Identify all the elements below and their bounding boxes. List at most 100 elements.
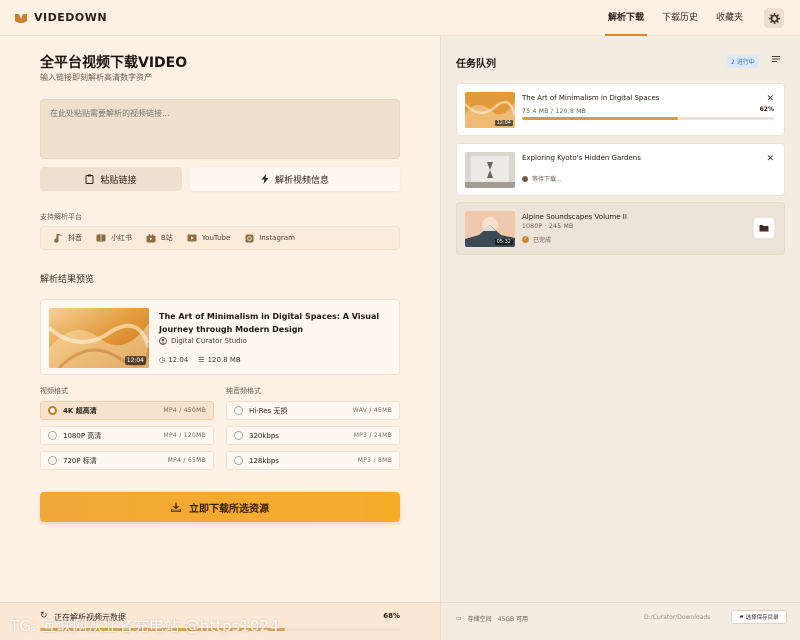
format-option-128kbps[interactable]: 128kbps MP3 / 8MB xyxy=(226,451,400,470)
music-note-icon xyxy=(53,233,63,243)
radio-button xyxy=(234,456,243,465)
active-count-badge: 2 进行中 xyxy=(727,55,759,68)
sort-menu-icon[interactable] xyxy=(771,54,781,64)
video-title: The Art of Minimalism in Digital Spaces:… xyxy=(159,312,380,334)
book-icon xyxy=(96,233,106,243)
platforms-label: 支持解析平台 xyxy=(40,213,82,221)
format-label: 320kbps xyxy=(249,431,279,440)
task-size: 1080P · 245 MB xyxy=(522,223,574,230)
platform-douyin[interactable]: 抖音 xyxy=(53,233,82,243)
task-progress-track xyxy=(522,117,774,120)
format-option-320kbps[interactable]: 320kbps MP3 / 24MB xyxy=(226,426,400,445)
task-thumbnail xyxy=(465,152,515,188)
download-icon xyxy=(171,502,181,512)
thumbnail-duration: 12:04 xyxy=(124,356,146,365)
platform-youtube[interactable]: YouTube xyxy=(187,233,230,243)
waiting-dot-icon xyxy=(522,175,528,182)
video-meta: ◷ 12:04 ☰ 120.8 MB xyxy=(159,356,241,364)
task-duration: 05:32 xyxy=(494,239,513,245)
format-spec: MP4 / 120MB xyxy=(163,432,206,439)
nav-parse-download[interactable]: 解析下载 xyxy=(599,0,653,36)
task-status: 等待下载... xyxy=(522,174,562,183)
task-thumbnail: 12:04 xyxy=(465,92,515,128)
task-title: Alpine Soundscapes Volume II xyxy=(522,213,627,221)
task-duration: 12:04 xyxy=(494,120,513,126)
format-spec: MP3 / 24MB xyxy=(353,432,392,439)
radio-button xyxy=(234,431,243,440)
play-icon xyxy=(187,233,197,243)
gear-icon xyxy=(768,12,780,24)
close-icon[interactable]: ✕ xyxy=(766,154,774,164)
radio-button xyxy=(48,456,57,465)
folder-icon xyxy=(759,225,769,232)
video-thumbnail[interactable]: 12:04 xyxy=(49,308,149,368)
radio-button xyxy=(48,431,57,440)
platform-xiaohongshu[interactable]: 小红书 xyxy=(96,233,132,243)
task-title: The Art of Minimalism in Digital Spaces xyxy=(522,94,660,102)
format-label: 720P 标清 xyxy=(63,456,97,465)
choose-directory-button[interactable]: ▰ 选择保存目录 xyxy=(731,610,787,624)
settings-button[interactable] xyxy=(764,8,784,28)
channel-name: Digital Curator Studio xyxy=(159,337,247,345)
user-circle-icon xyxy=(159,337,167,345)
task-status-label: 已完成 xyxy=(533,237,552,244)
url-input[interactable] xyxy=(40,99,400,159)
clipboard-icon xyxy=(85,174,94,184)
format-option-4k[interactable]: 4K 超高清 MP4 / 450MB xyxy=(40,401,214,420)
task-progress-fill xyxy=(522,117,679,120)
top-header: VIDEDOWN 解析下载 下载历史 收藏夹 xyxy=(0,0,800,36)
size-value: 120.8 MB xyxy=(207,356,241,364)
format-label: 4K 超高清 xyxy=(63,406,97,415)
brand-name: VIDEDOWN xyxy=(34,11,108,24)
parse-video-label: 解析视频信息 xyxy=(274,175,329,186)
radio-button xyxy=(48,406,57,415)
platform-label: B站 xyxy=(161,234,173,242)
close-icon[interactable]: ✕ xyxy=(766,94,774,104)
task-item[interactable]: 12:04 The Art of Minimalism in Digital S… xyxy=(456,83,785,136)
nav-favorites[interactable]: 收藏夹 xyxy=(707,0,752,36)
platform-bilibili[interactable]: B站 xyxy=(146,233,173,243)
format-label: 128kbps xyxy=(249,456,279,465)
format-option-720p[interactable]: 720P 标清 MP4 / 65MB xyxy=(40,451,214,470)
format-label: Hi-Res 无损 xyxy=(249,406,288,415)
logo-icon xyxy=(15,14,27,23)
storage-info: ▭ 存储空间 45GB 可用 xyxy=(456,614,528,623)
platform-label: Instagram xyxy=(259,234,295,242)
watermark-text: TG: 互联网从业者充电站 @https1024 xyxy=(10,617,280,635)
format-option-1080p[interactable]: 1080P 高清 MP4 / 120MB xyxy=(40,426,214,445)
queue-title: 任务队列 xyxy=(456,59,496,70)
paste-link-button[interactable]: 粘贴链接 xyxy=(40,167,182,191)
parse-video-button[interactable]: 解析视频信息 xyxy=(190,167,400,191)
hard-drive-icon: ▭ xyxy=(456,615,462,622)
task-thumbnail: 05:32 xyxy=(465,211,515,247)
lightning-icon xyxy=(261,174,269,184)
platform-instagram[interactable]: Instagram xyxy=(244,233,295,243)
task-item[interactable]: Exploring Kyoto's Hidden Gardens ✕ 等待下载.… xyxy=(456,143,785,196)
task-item[interactable]: 05:32 Alpine Soundscapes Volume II 1080P… xyxy=(456,202,785,255)
format-option-hires[interactable]: Hi-Res 无损 WAV / 45MB xyxy=(226,401,400,420)
download-button[interactable]: 立即下载所选资源 xyxy=(40,492,400,522)
open-folder-button[interactable] xyxy=(754,218,774,238)
parse-progress-percent: 68% xyxy=(383,612,400,620)
parse-panel: 全平台视频下载VIDEO 输入链接即刻解析高清数字资产 粘贴链接 解析视频信息 … xyxy=(0,36,440,640)
radio-button xyxy=(234,406,243,415)
database-icon: ☰ xyxy=(198,356,205,364)
top-nav: 解析下载 下载历史 收藏夹 xyxy=(599,0,752,36)
task-title: Exploring Kyoto's Hidden Gardens xyxy=(522,154,641,162)
format-spec: MP4 / 450MB xyxy=(163,407,206,414)
platform-label: YouTube xyxy=(201,234,231,242)
platform-list: 抖音 小红书 B站 YouTube Instagram xyxy=(40,226,400,250)
download-label: 立即下载所选资源 xyxy=(189,503,269,515)
choose-directory-label: 选择保存目录 xyxy=(745,615,779,621)
platform-label: 抖音 xyxy=(68,234,82,242)
duration-meta: ◷ 12:04 xyxy=(159,356,188,364)
folder-icon: ▰ xyxy=(739,614,744,620)
tv-icon xyxy=(146,233,156,243)
nav-download-history[interactable]: 下载历史 xyxy=(653,0,707,36)
platform-label: 小红书 xyxy=(111,234,132,242)
format-spec: MP3 / 8MB xyxy=(357,457,392,464)
format-label: 1080P 高清 xyxy=(63,431,102,440)
format-spec: WAV / 45MB xyxy=(352,407,392,414)
queue-footer: ▭ 存储空间 45GB 可用 D:/Curator/Downloads ▰ 选择… xyxy=(441,602,800,640)
task-status: ✓ 已完成 xyxy=(522,235,551,244)
